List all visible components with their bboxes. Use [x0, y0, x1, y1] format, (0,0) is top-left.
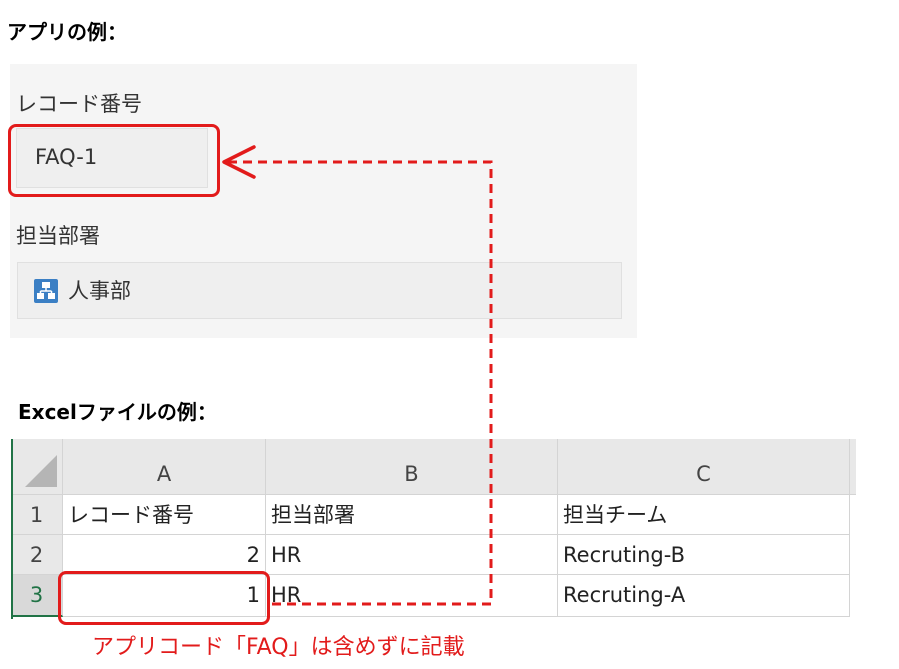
cell-c3[interactable]: Recruting-A [558, 575, 850, 617]
department-value: 人事部 [68, 279, 131, 303]
row-header-2[interactable]: 2 [11, 535, 63, 575]
cell-c2[interactable]: Recruting-B [558, 535, 850, 575]
app-example-heading: アプリの例： [7, 20, 127, 44]
column-header-d[interactable] [850, 439, 856, 495]
cell-b1[interactable]: 担当部署 [266, 495, 558, 535]
sheet-left-edge [11, 439, 13, 619]
cell-a1[interactable]: レコード番号 [63, 495, 266, 535]
cell-b3[interactable]: HR [266, 575, 558, 617]
cell-a2[interactable]: 2 [63, 535, 266, 575]
department-label: 担当部署 [16, 224, 100, 248]
select-all-triangle-icon [25, 455, 57, 487]
cell-c1[interactable]: 担当チーム [558, 495, 850, 535]
app-form-panel: レコード番号 FAQ-1 担当部署 人事部 [10, 64, 637, 338]
organization-icon [34, 279, 58, 303]
row-header-1[interactable]: 1 [11, 495, 63, 535]
cell-b2[interactable]: HR [266, 535, 558, 575]
row-header-3[interactable]: 3 [11, 575, 63, 617]
department-field: 人事部 [17, 262, 622, 319]
excel-example-heading: Excelファイルの例： [18, 400, 217, 424]
column-header-b[interactable]: B [266, 439, 558, 495]
column-header-a[interactable]: A [63, 439, 266, 495]
select-all-corner[interactable] [11, 439, 63, 495]
record-number-label: レコード番号 [16, 92, 142, 116]
record-number-highlight [8, 124, 220, 197]
column-header-c[interactable]: C [558, 439, 850, 495]
annotation-note: アプリコード「FAQ」は含めずに記載 [92, 635, 465, 660]
cell-a3-highlight [58, 571, 270, 625]
